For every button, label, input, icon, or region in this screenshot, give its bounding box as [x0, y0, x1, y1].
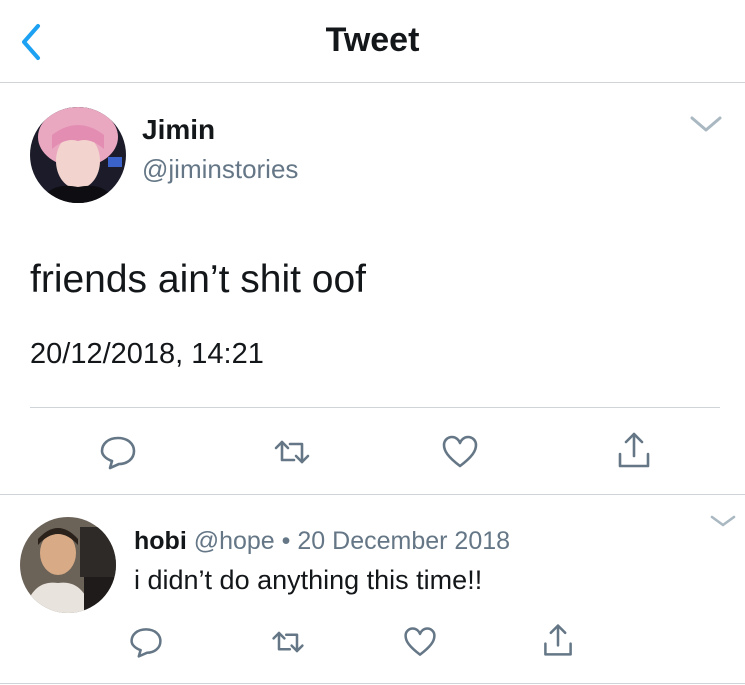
reply-divider	[0, 494, 745, 495]
reply-text: i didn’t do anything this time!!	[134, 565, 483, 595]
retweet-icon	[272, 631, 304, 653]
reply-avatar-image	[20, 517, 116, 613]
like-button[interactable]	[440, 432, 480, 472]
tweet-menu-button[interactable]	[690, 112, 722, 136]
reply-retweet-button[interactable]	[270, 624, 306, 660]
share-icon	[618, 432, 650, 468]
chevron-down-icon	[690, 116, 722, 132]
header-divider	[0, 82, 745, 83]
reply-reply-button[interactable]	[128, 624, 164, 660]
tweet-timestamp: 20/12/2018, 14:21	[30, 338, 264, 370]
reply-date: 20 December 2018	[297, 527, 511, 555]
chevron-down-icon	[710, 515, 736, 527]
tweet-text: friends ain’t shit oof	[30, 258, 367, 301]
like-icon	[442, 435, 478, 468]
reply-share-button[interactable]	[540, 622, 576, 658]
reply-separator: •	[281, 527, 291, 555]
reply-menu-button[interactable]	[708, 511, 738, 531]
retweet-button[interactable]	[272, 432, 312, 472]
reply-author-name[interactable]: hobi	[134, 527, 187, 555]
reply-icon	[100, 436, 136, 470]
avatar-image	[30, 107, 126, 203]
stats-divider	[30, 407, 720, 408]
bottom-divider	[0, 683, 745, 684]
author-name[interactable]: Jimin	[142, 113, 215, 147]
reply-icon	[130, 628, 162, 658]
avatar[interactable]	[30, 107, 126, 203]
like-icon	[404, 627, 436, 656]
page-title: Tweet	[325, 21, 420, 59]
reply-header: hobi @hope • 20 December 2018	[134, 525, 510, 557]
reply-like-button[interactable]	[402, 624, 438, 660]
share-icon	[544, 624, 572, 656]
retweet-icon	[274, 440, 310, 464]
share-button[interactable]	[614, 430, 654, 470]
author-handle[interactable]: @jiminstories	[142, 153, 298, 185]
reply-button[interactable]	[98, 432, 138, 472]
reply-author-handle[interactable]: @hope	[194, 527, 275, 555]
reply-avatar[interactable]	[20, 517, 116, 613]
